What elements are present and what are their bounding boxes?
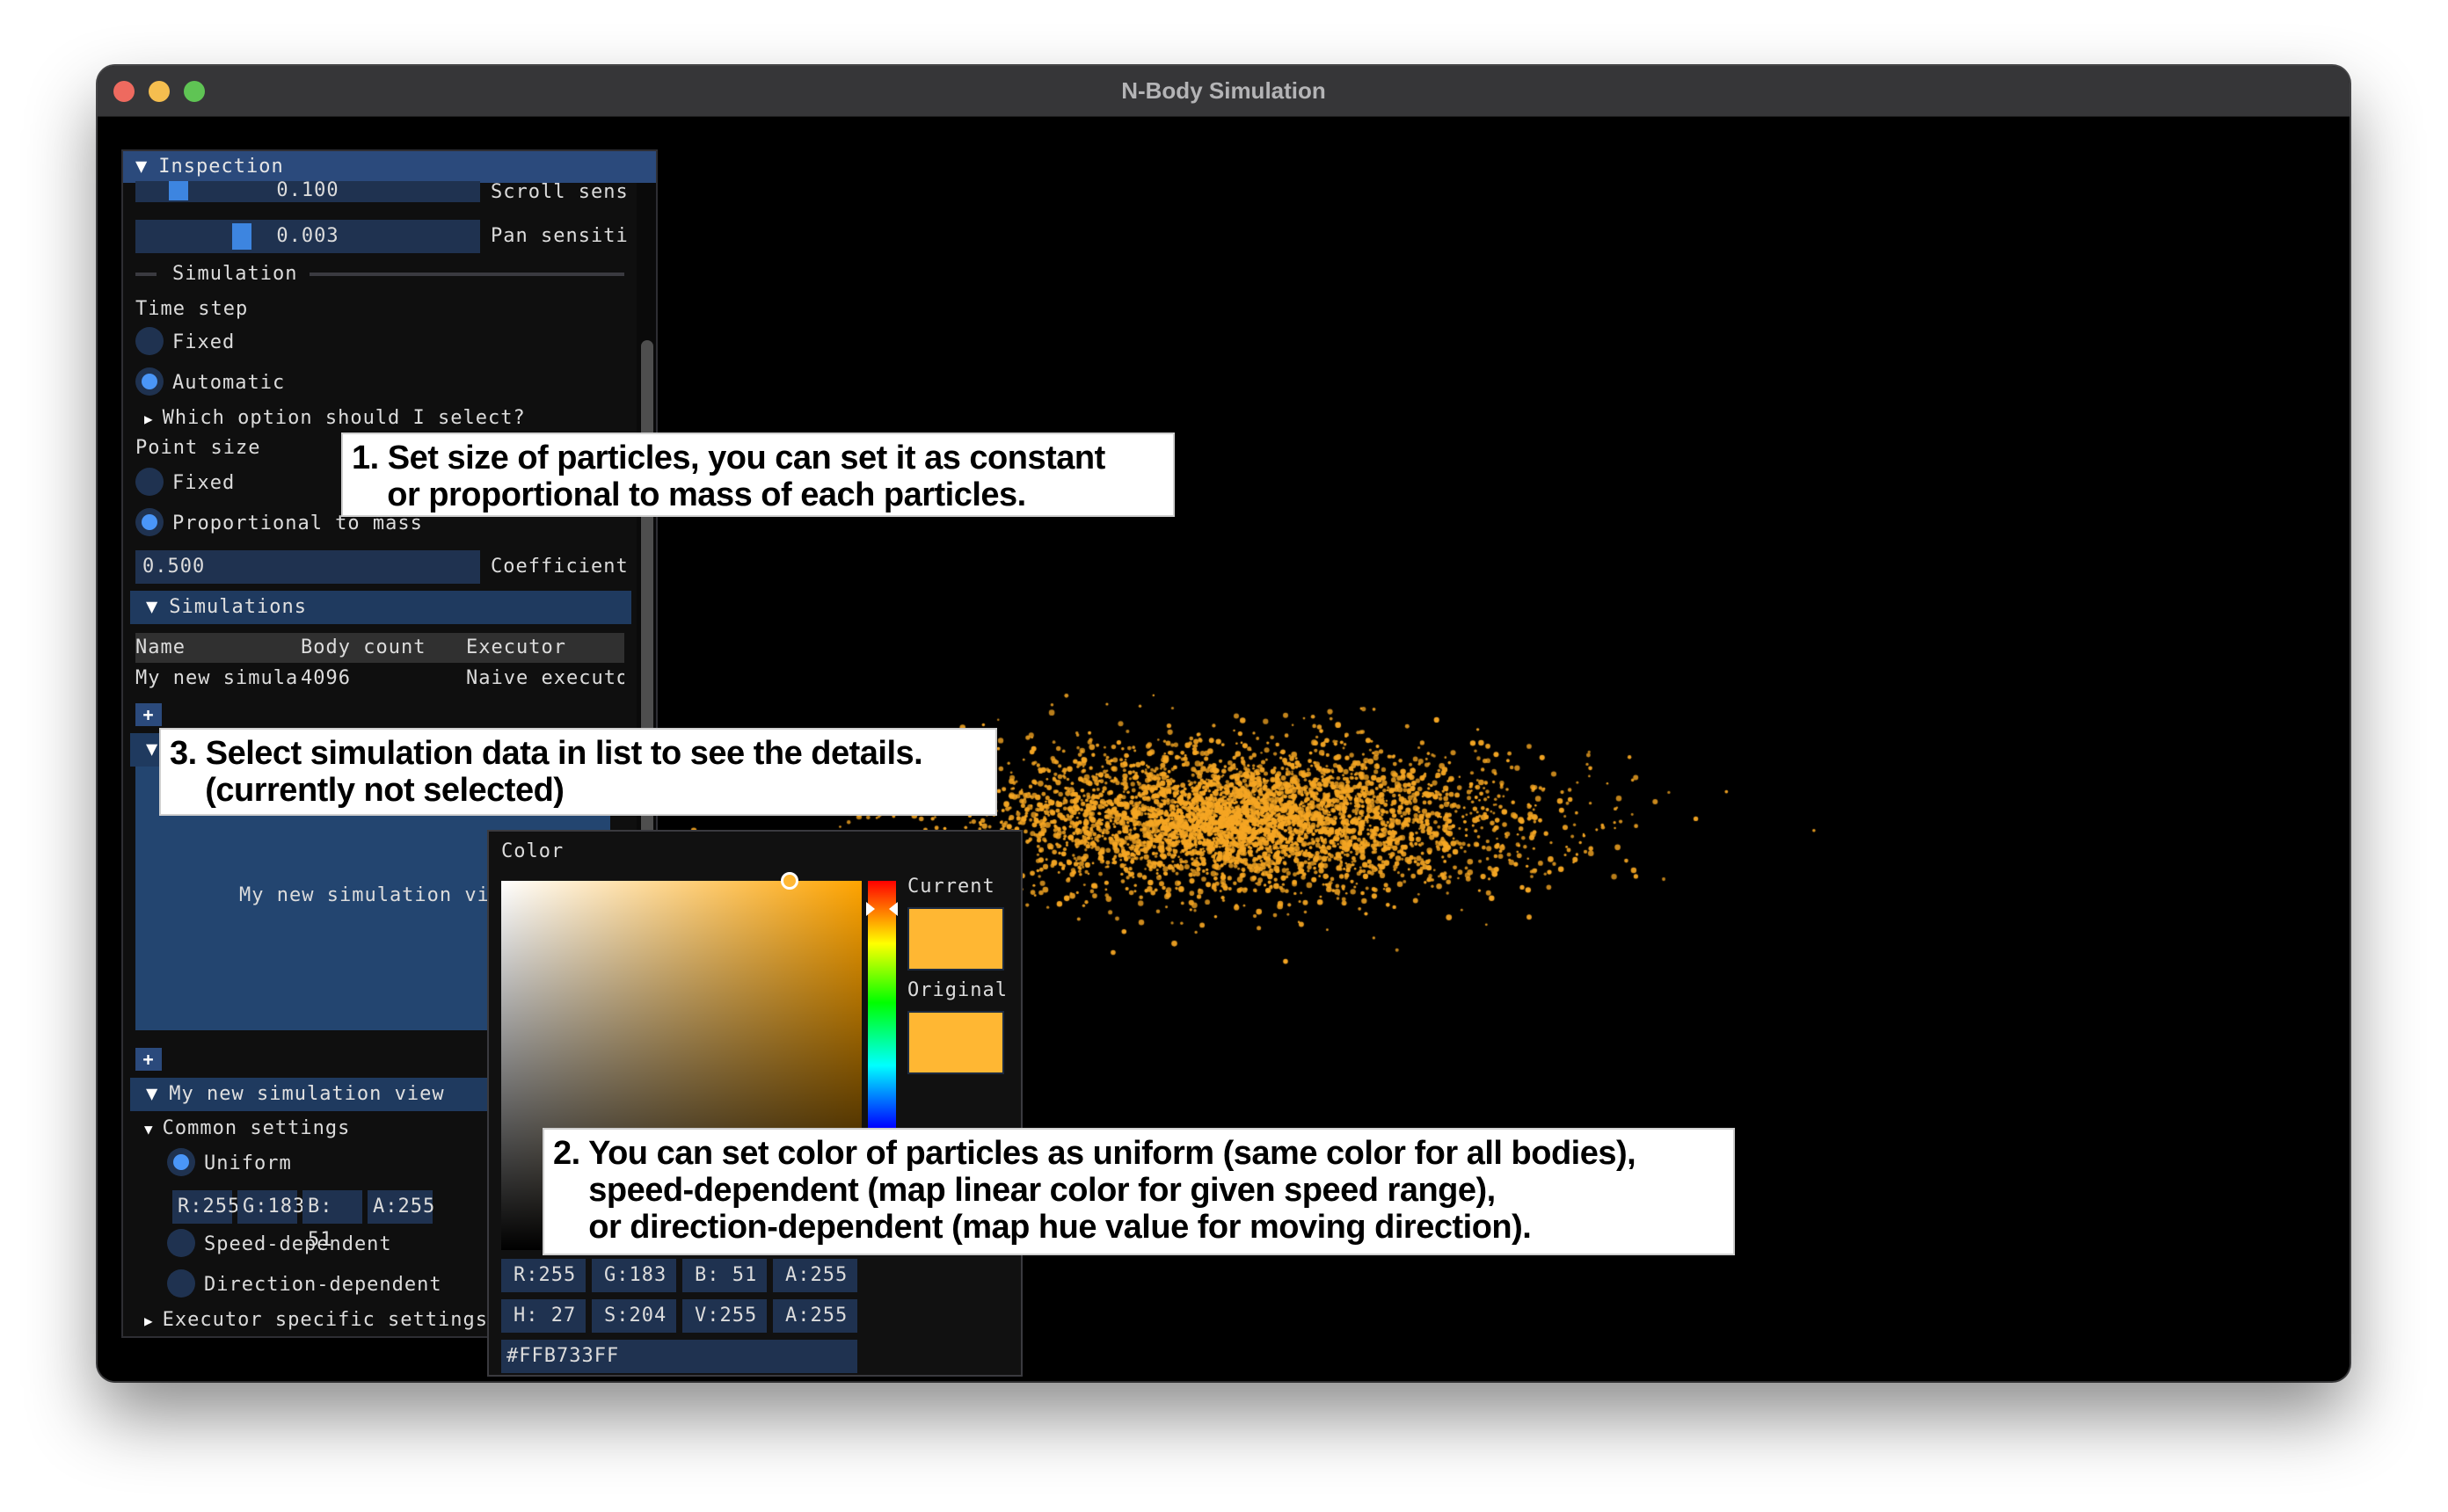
simulation-body-count: 4096 (301, 667, 351, 689)
color-picker-popup: Color Current Original R:255 G:183 B: 51… (487, 830, 1023, 1377)
annotation-point-size: 1. Set size of particles, you can set it… (341, 433, 1175, 517)
picker-hex-field[interactable]: #FFB733FF (501, 1340, 857, 1373)
add-simulation-button[interactable]: + (135, 703, 162, 726)
separator-line (135, 273, 157, 276)
uniform-g-field[interactable]: G:183 (237, 1190, 304, 1224)
picker-r-field[interactable]: R:255 (501, 1259, 586, 1292)
annotation-color-mode: 2. You can set color of particles as uni… (543, 1128, 1735, 1255)
add-view-button[interactable]: + (135, 1048, 162, 1071)
column-body-count[interactable]: Body count (301, 633, 426, 663)
radio-icon (135, 468, 164, 496)
hue-arrow-left-icon (866, 901, 875, 916)
picker-b-field[interactable]: B: 51 (682, 1259, 767, 1292)
radio-label: Direction-dependent (204, 1274, 442, 1296)
column-executor[interactable]: Executor (466, 633, 566, 663)
window-title: N-Body Simulation (1121, 77, 1326, 104)
radio-label: Uniform (204, 1152, 292, 1174)
picker-h-field[interactable]: H: 27 (501, 1299, 586, 1333)
uniform-b-field[interactable]: B: 51 (302, 1190, 362, 1251)
coefficient-value: 0.500 (142, 556, 206, 578)
radio-icon (135, 367, 164, 396)
point-size-label: Point size (135, 437, 261, 459)
sv-cursor-handle[interactable] (781, 872, 798, 890)
collapse-triangle-icon: ▼ (146, 738, 159, 760)
simulations-table-header: Name Body count Executor (135, 633, 624, 663)
radio-icon (167, 1269, 195, 1298)
radio-label: Fixed (172, 331, 236, 353)
simulation-executor: Naive executo (466, 667, 624, 689)
tree-label: Which option should I select? (162, 407, 526, 429)
simulation-separator-label: Simulation (172, 263, 298, 285)
time-step-fixed-radio[interactable]: Fixed (135, 327, 235, 359)
radio-icon (135, 327, 164, 355)
collapse-triangle-icon: ▼ (144, 1121, 154, 1138)
title-bar: N-Body Simulation (98, 66, 2350, 117)
pan-sensitivity-slider[interactable]: 0.003 (135, 220, 480, 253)
color-speed-radio[interactable]: Speed-dependent (167, 1229, 392, 1261)
time-step-automatic-radio[interactable]: Automatic (135, 367, 285, 399)
simulation-name: My new simula (135, 667, 297, 689)
simulations-header[interactable]: ▼ Simulations (130, 591, 631, 624)
simulation-view-item[interactable]: My new simulation vi (239, 884, 490, 906)
common-settings-tree[interactable]: ▼ Common settings (144, 1113, 350, 1145)
radio-icon (135, 508, 164, 536)
color-direction-radio[interactable]: Direction-dependent (167, 1269, 442, 1301)
column-name[interactable]: Name (135, 633, 186, 663)
simulation-row[interactable]: My new simula 4096 Naive executo (135, 663, 624, 694)
point-size-fixed-radio[interactable]: Fixed (135, 468, 235, 499)
coefficient-label: Coefficient (491, 556, 629, 578)
scroll-sensitivity-label: Scroll sens (491, 181, 629, 203)
executor-settings-tree[interactable]: ▶ Executor specific settings (144, 1305, 488, 1336)
current-color-swatch (907, 907, 1004, 970)
picker-a2-field[interactable]: A:255 (773, 1299, 857, 1333)
radio-label: Fixed (172, 472, 236, 494)
uniform-a-field[interactable]: A:255 (368, 1190, 434, 1224)
header-label: Simulations (169, 596, 307, 618)
annotation-simulation-data: 3. Select simulation data in list to see… (159, 728, 997, 816)
inspection-title: Inspection (158, 156, 284, 178)
time-step-label: Time step (135, 298, 249, 320)
color-picker-title: Color (501, 840, 565, 862)
pan-sensitivity-label: Pan sensiti (491, 225, 629, 247)
collapse-triangle-icon: ▼ (146, 1083, 159, 1105)
uniform-r-field[interactable]: R:255 (172, 1190, 239, 1224)
expand-triangle-icon: ▶ (144, 411, 154, 427)
tree-label: Common settings (162, 1117, 351, 1139)
slider-value: 0.003 (276, 225, 339, 247)
picker-v-field[interactable]: V:255 (682, 1299, 767, 1333)
radio-label: Automatic (172, 372, 286, 394)
slider-value: 0.100 (276, 179, 339, 201)
header-label: My new simulation view (169, 1083, 445, 1105)
help-tree-node[interactable]: ▶ Which option should I select? (144, 403, 526, 434)
expand-triangle-icon: ▶ (144, 1312, 154, 1329)
scroll-sensitivity-slider[interactable]: 0.100 (135, 181, 480, 202)
collapse-triangle-icon: ▼ (146, 596, 159, 618)
radio-icon (167, 1148, 195, 1176)
separator-line (310, 273, 624, 276)
coefficient-input[interactable]: 0.500 (135, 550, 480, 584)
hue-arrow-right-icon (889, 901, 898, 916)
tree-label: Executor specific settings (162, 1309, 489, 1331)
picker-g-field[interactable]: G:183 (592, 1259, 676, 1292)
picker-s-field[interactable]: S:204 (592, 1299, 676, 1333)
radio-icon (167, 1229, 195, 1257)
collapse-triangle-icon: ▼ (135, 156, 149, 178)
original-color-label: Original (907, 979, 1008, 1001)
picker-a-field[interactable]: A:255 (773, 1259, 857, 1292)
radio-label: Speed-dependent (204, 1233, 392, 1255)
color-uniform-radio[interactable]: Uniform (167, 1148, 292, 1180)
original-color-swatch[interactable] (907, 1011, 1004, 1074)
current-color-label: Current (907, 876, 995, 898)
